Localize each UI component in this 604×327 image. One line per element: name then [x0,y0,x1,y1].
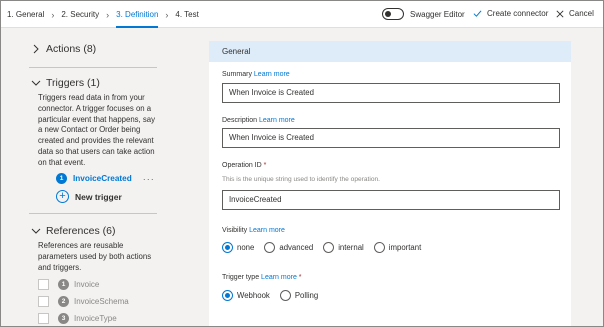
actions-section-header[interactable]: Actions (8) [31,43,96,55]
chevron-right-icon: › [51,9,55,20]
radio-label: none [237,243,255,252]
summary-input[interactable]: When Invoice is Created [222,83,560,103]
trigger-type-label-text: Trigger type [222,274,260,281]
top-bar: 1. General › 2. Security › 3. Definition… [1,1,603,28]
swagger-editor-toggle[interactable]: Swagger Editor [382,8,465,20]
trigger-item-invoicecreated[interactable]: 1 InvoiceCreated ··· [56,173,155,184]
step-definition[interactable]: 3. Definition [116,1,159,28]
chevron-right-icon: › [165,9,169,20]
chevron-down-icon [31,228,41,234]
references-title: References (6) [46,225,116,237]
radio-selected[interactable] [222,242,233,253]
required-marker: * [263,162,267,169]
more-options-icon[interactable]: ··· [143,174,155,184]
trigger-type-learn-more-link[interactable]: Learn more [261,274,297,281]
summary-label-text: Summary [222,71,252,78]
trigger-type-option-webhook[interactable]: Webhook [222,290,270,301]
trigger-name: InvoiceCreated [73,174,132,183]
new-trigger-label: New trigger [75,191,122,202]
operation-id-input[interactable]: InvoiceCreated [222,190,560,210]
reference-name: Invoice [74,280,100,289]
radio-unselected[interactable] [279,290,291,301]
reference-number-badge: 3 [58,313,69,324]
reference-item[interactable]: 1 Invoice [38,279,99,290]
cancel-button[interactable]: Cancel [556,9,594,18]
radio-selected[interactable] [222,290,233,301]
cancel-label: Cancel [569,9,594,18]
reference-number-badge: 1 [58,279,69,290]
operation-id-label: Operation ID * [222,162,266,169]
summary-learn-more-link[interactable]: Learn more [254,71,290,78]
reference-item[interactable]: 2 InvoiceSchema [38,296,129,307]
visibility-option-internal[interactable]: internal [323,242,364,253]
divider [29,67,157,68]
triggers-description: Triggers read data in from your connecto… [38,93,156,167]
reference-checkbox[interactable] [38,296,49,307]
triggers-title: Triggers (1) [46,77,100,89]
radio-label: Webhook [237,291,270,300]
visibility-option-none[interactable]: none [222,242,254,253]
description-label: Description Learn more [222,117,295,124]
reference-checkbox[interactable] [38,313,49,324]
actions-title: Actions (8) [46,43,97,55]
radio-label: internal [338,243,364,252]
operation-id-hint: This is the unique string used to identi… [222,176,380,183]
chevron-down-icon [31,80,41,86]
toggle-switch[interactable] [382,8,404,20]
description-input[interactable]: When Invoice is Created [222,128,560,148]
app-window: 1. General › 2. Security › 3. Definition… [0,0,604,327]
general-form-panel: General Summary Learn more When Invoice … [209,41,571,326]
operation-id-label-text: Operation ID [222,162,262,169]
plus-icon: + [56,190,69,203]
check-icon [473,10,482,17]
radio-unselected[interactable] [373,242,385,253]
step-general[interactable]: 1. General [7,1,44,28]
visibility-label: Visibility Learn more [222,227,285,234]
create-connector-button[interactable]: Create connector [473,9,548,18]
trigger-type-option-polling[interactable]: Polling [279,290,319,301]
chevron-right-icon [33,44,39,54]
reference-checkbox[interactable] [38,279,49,290]
radio-label: Polling [294,291,319,300]
divider [29,213,157,214]
radio-unselected[interactable] [264,242,276,253]
visibility-option-important[interactable]: important [373,242,422,253]
radio-unselected[interactable] [323,242,335,253]
reference-item[interactable]: 3 InvoiceType [38,313,117,324]
trigger-number-badge: 1 [56,173,67,184]
description-label-text: Description [222,117,258,124]
close-icon [556,9,564,18]
triggers-section-header[interactable]: Triggers (1) [31,77,100,89]
step-security[interactable]: 2. Security [61,1,99,28]
wizard-steps: 1. General › 2. Security › 3. Definition… [7,1,199,28]
reference-name: InvoiceSchema [74,297,129,306]
visibility-option-advanced[interactable]: advanced [264,242,313,253]
references-description: References are reusable parameters used … [38,241,152,272]
toggle-knob [385,11,391,17]
create-connector-label: Create connector [487,9,549,18]
chevron-right-icon: › [106,9,110,20]
description-learn-more-link[interactable]: Learn more [259,117,295,124]
reference-number-badge: 2 [58,296,69,307]
visibility-radio-group: none advanced internal important [222,242,431,253]
trigger-type-label: Trigger type Learn more * [222,274,302,281]
reference-name: InvoiceType [74,314,117,323]
section-header-general: General [209,41,571,62]
visibility-label-text: Visibility [222,227,248,234]
trigger-type-radio-group: Webhook Polling [222,290,328,301]
references-section-header[interactable]: References (6) [31,225,115,237]
required-marker: * [298,274,302,281]
visibility-learn-more-link[interactable]: Learn more [249,227,285,234]
step-test[interactable]: 4. Test [175,1,198,28]
new-trigger-button[interactable]: + New trigger [56,190,122,203]
radio-label: advanced [279,243,314,252]
summary-label: Summary Learn more [222,71,290,78]
radio-label: important [388,243,422,252]
swagger-editor-label: Swagger Editor [410,9,465,19]
